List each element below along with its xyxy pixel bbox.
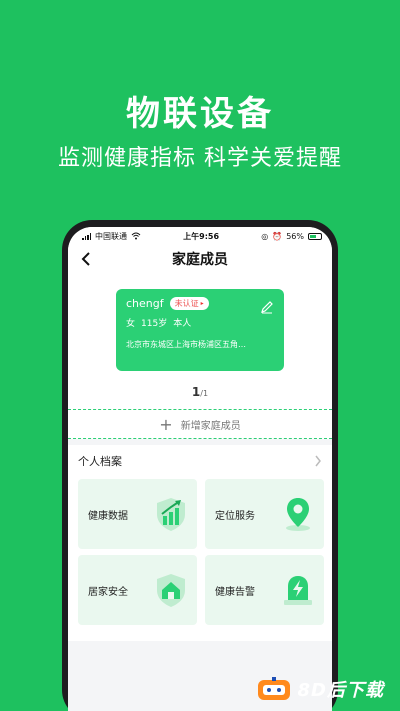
watermark-text: 8D后下载 <box>297 680 384 701</box>
page-title: 家庭成员 <box>172 252 228 268</box>
nav-bar: 家庭成员 <box>68 245 332 273</box>
member-name: chengf <box>126 297 164 310</box>
member-address: 北京市东城区上海市杨浦区五角… <box>126 340 246 349</box>
status-bar: 中国联通 上午9:56 ◎ ⏰ 56% <box>68 227 332 245</box>
archive-grid: 健康数据 定位服务 居家安全 健康告警 <box>78 479 324 625</box>
wifi-icon <box>131 232 141 240</box>
pencil-icon <box>261 301 273 314</box>
chevron-left-icon <box>81 252 90 266</box>
carousel-pager: 1/1 <box>68 385 332 399</box>
watermark-logo: 8D后下载 <box>256 676 384 702</box>
member-age: 115岁 <box>141 319 168 329</box>
back-button[interactable] <box>76 249 96 269</box>
lock-rotation-icon: ◎ <box>261 231 269 241</box>
lightning-alert-icon <box>284 576 312 605</box>
tile-health-data[interactable]: 健康数据 <box>78 479 197 549</box>
tile-label: 健康数据 <box>88 510 128 522</box>
promo-subline: 监测健康指标 科学关爱提醒 <box>58 146 342 171</box>
member-gender: 女 <box>126 319 136 329</box>
archive-section: 个人档案 健康数据 定位服务 居家安全 健康告警 <box>68 445 332 641</box>
plus-icon: + <box>159 414 173 434</box>
carrier-label: 中国联通 <box>95 231 127 241</box>
tile-home-safety[interactable]: 居家安全 <box>78 555 197 625</box>
location-pin-icon <box>286 498 310 531</box>
add-member-label: 新增家庭成员 <box>180 420 241 432</box>
chevron-right-icon <box>315 455 321 467</box>
alarm-icon: ⏰ <box>272 231 283 241</box>
signal-icon <box>82 232 91 240</box>
home-shield-icon <box>157 574 185 607</box>
verify-badge[interactable]: 未认证 ▸ <box>169 297 209 310</box>
archive-header[interactable]: 个人档案 <box>78 453 322 469</box>
battery-icon <box>307 232 322 240</box>
caret-right-icon: ▸ <box>200 300 204 307</box>
chart-up-icon <box>157 498 185 531</box>
edit-button[interactable] <box>260 299 274 318</box>
tile-label: 定位服务 <box>215 510 255 522</box>
promo-headline: 物联设备 <box>126 94 274 134</box>
member-carousel: chengf 未认证 ▸ 女 115岁 本人 北京市东城区上海市杨浦区五角… 1… <box>68 273 332 409</box>
pager-total: /1 <box>200 389 209 398</box>
status-time: 上午9:56 <box>183 231 220 241</box>
battery-percent: 56% <box>286 231 304 241</box>
tile-health-alert[interactable]: 健康告警 <box>205 555 324 625</box>
tile-location-service[interactable]: 定位服务 <box>205 479 324 549</box>
verify-badge-label: 未认证 <box>174 299 199 308</box>
member-relation: 本人 <box>173 319 192 329</box>
robot-logo-icon <box>257 677 290 700</box>
member-card[interactable]: chengf 未认证 ▸ 女 115岁 本人 北京市东城区上海市杨浦区五角… <box>116 289 284 371</box>
tile-label: 健康告警 <box>215 586 255 598</box>
add-member-button[interactable]: + 新增家庭成员 <box>68 409 332 439</box>
archive-title: 个人档案 <box>78 455 122 468</box>
tile-label: 居家安全 <box>88 586 128 598</box>
app-screen: 中国联通 上午9:56 ◎ ⏰ 56% 家庭成员 chengf 未认证 ▸ 女 … <box>68 227 332 711</box>
